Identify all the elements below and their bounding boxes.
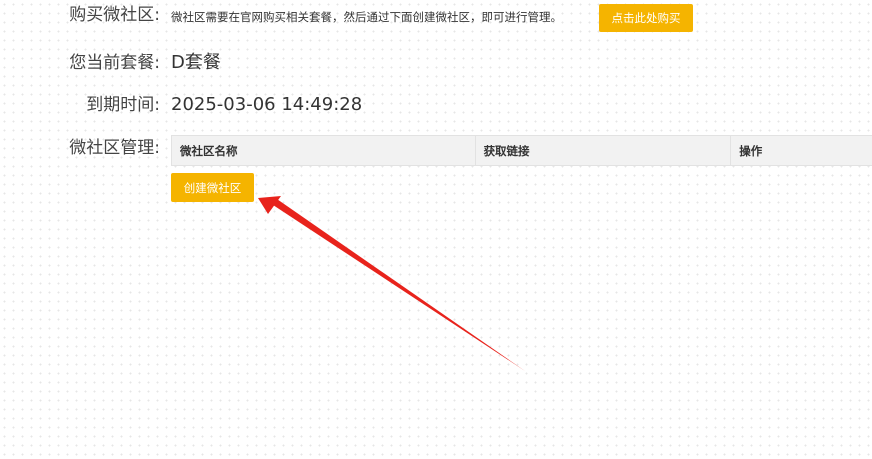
purchase-label: 购买微社区:: [69, 5, 160, 25]
management-label: 微社区管理:: [69, 138, 160, 158]
column-header-actions: 操作: [739, 143, 763, 158]
purchase-hint: 微社区需要在官网购买相关套餐，然后通过下面创建微社区，即可进行管理。: [171, 10, 562, 24]
plan-value: D套餐: [171, 52, 221, 73]
create-community-button[interactable]: 创建微社区: [171, 173, 254, 202]
buy-button[interactable]: 点击此处购买: [599, 4, 693, 32]
community-table-header: 微社区名称 获取链接 操作: [171, 135, 872, 166]
column-header-name: 微社区名称: [172, 136, 476, 165]
column-header-link: 获取链接: [476, 136, 732, 165]
expiry-label: 到期时间:: [86, 95, 160, 115]
plan-label: 您当前套餐:: [69, 53, 160, 73]
expiry-value: 2025-03-06 14:49:28: [171, 94, 363, 115]
arrow-shaft: [270, 197, 525, 371]
arrow-head: [258, 196, 281, 214]
